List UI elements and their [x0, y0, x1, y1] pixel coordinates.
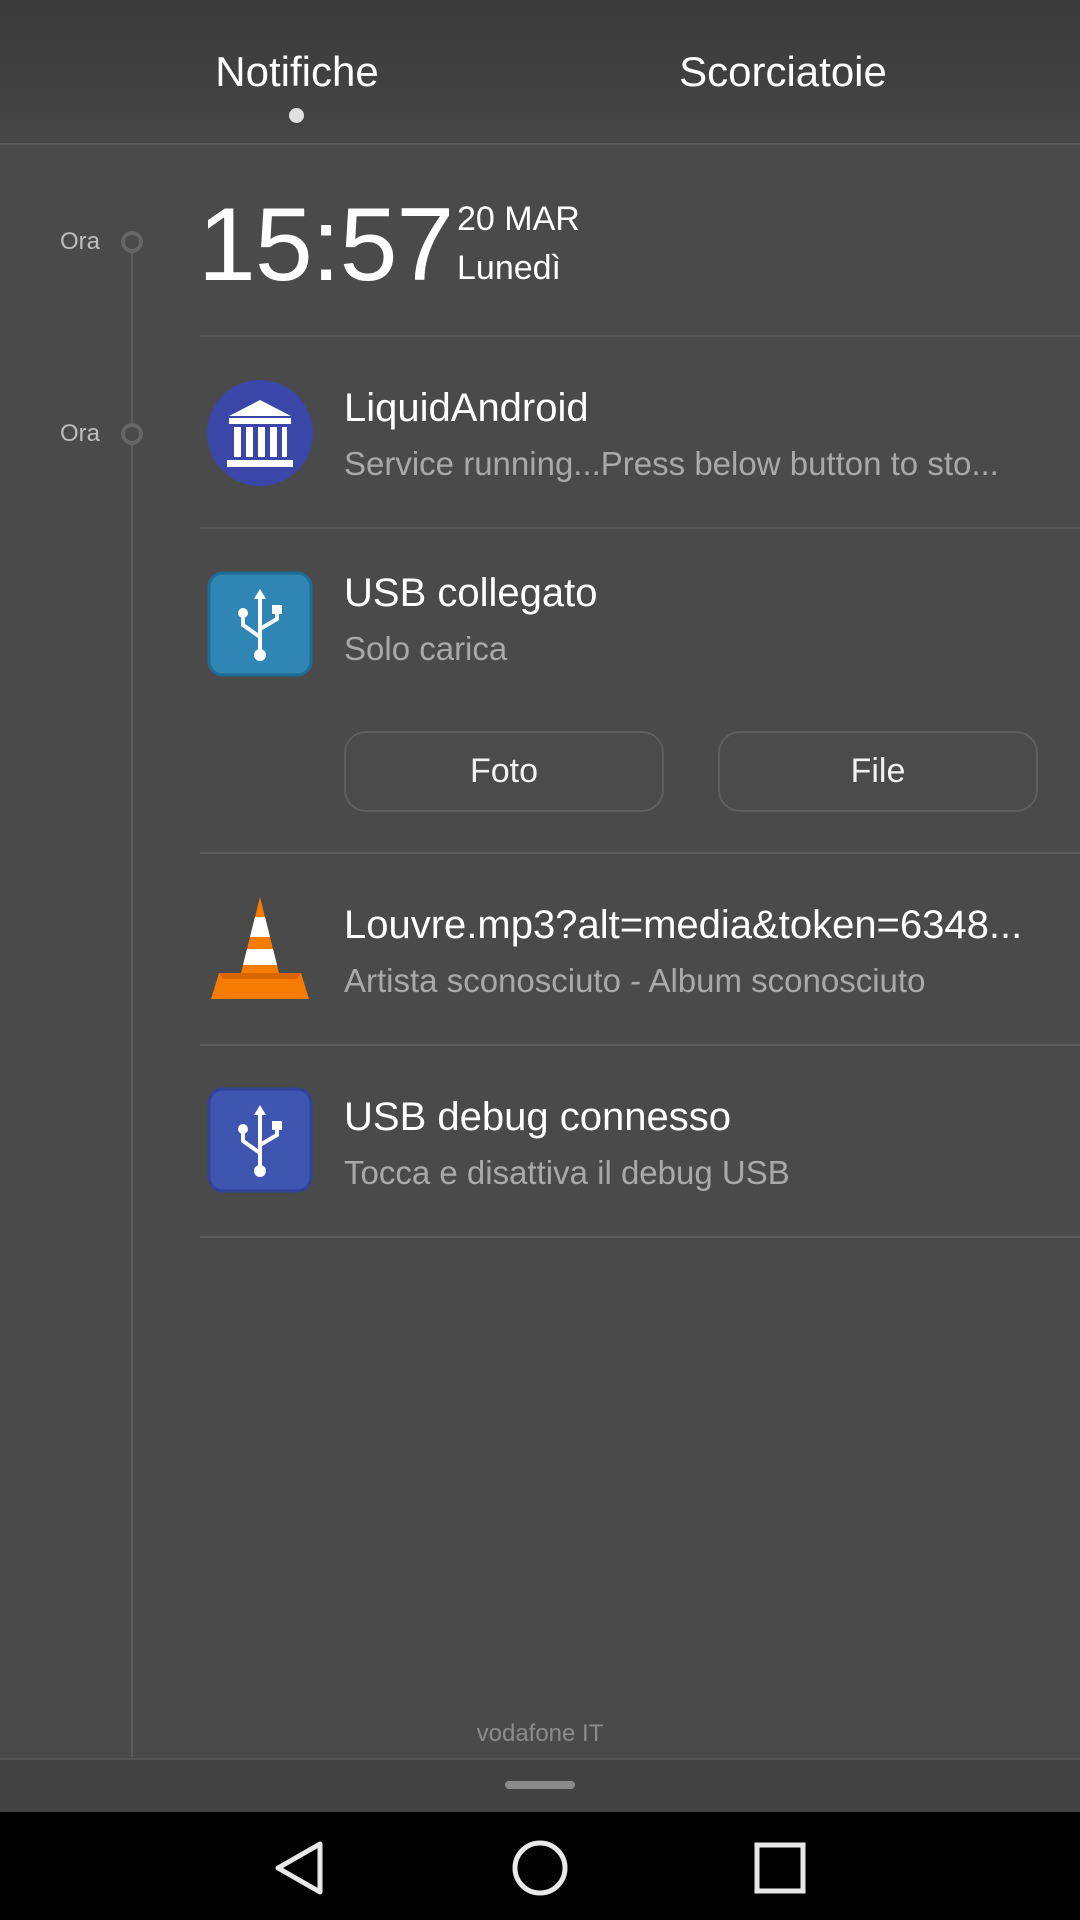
usb-icon: [207, 571, 313, 677]
divider: [200, 527, 1080, 529]
notification-text: Solo carica: [344, 630, 508, 667]
drag-handle[interactable]: [505, 1781, 575, 1789]
timeline-node: [121, 231, 143, 253]
divider: [200, 335, 1080, 337]
timeline-label-clock: Ora: [60, 228, 101, 255]
notification-title: USB collegato: [344, 571, 598, 615]
timeline-line: [131, 242, 133, 1757]
clock-day: Lunedì: [457, 249, 561, 287]
home-icon[interactable]: [510, 1838, 570, 1898]
tab-notifications[interactable]: Notifiche: [97, 48, 497, 96]
tab-shortcuts[interactable]: Scorciatoie: [583, 48, 983, 96]
notification-title: USB debug connesso: [344, 1095, 731, 1139]
clock-time: 15:57: [198, 187, 454, 303]
divider: [200, 852, 1080, 854]
photo-button[interactable]: Foto: [344, 731, 664, 812]
notification-title: LiquidAndroid: [344, 386, 589, 430]
active-tab-indicator: [289, 108, 304, 123]
shade-tabs: Notifiche Scorciatoie: [0, 0, 1080, 145]
carrier-label: vodafone IT: [476, 1720, 604, 1747]
timeline-node: [121, 423, 143, 445]
notification-text: Artista sconosciuto - Album sconosciuto: [344, 962, 926, 999]
back-icon[interactable]: [270, 1838, 330, 1898]
notification-text: Tocca e disattiva il debug USB: [344, 1154, 790, 1191]
timeline-label-notification: Ora: [60, 420, 101, 447]
clock-date: 20 MAR: [457, 200, 580, 238]
notification-text: Service running...Press below button to …: [344, 445, 999, 482]
divider: [200, 1044, 1080, 1046]
divider: [200, 1236, 1080, 1238]
notification-title: Louvre.mp3?alt=media&token=6348...: [344, 903, 1023, 947]
usb-debug-icon: [207, 1087, 313, 1193]
file-button[interactable]: File: [718, 731, 1038, 812]
recents-icon[interactable]: [750, 1838, 810, 1898]
vlc-cone-icon: [211, 897, 309, 999]
museum-icon: [207, 380, 313, 486]
notification-shade: Notifiche Scorciatoie Ora Ora 15:57 20 M…: [0, 0, 1080, 1920]
